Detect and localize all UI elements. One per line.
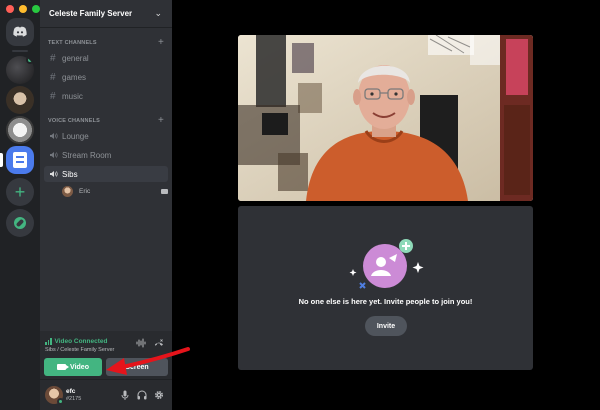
- hash-icon: #: [50, 52, 56, 64]
- active-server-indicator: [0, 153, 3, 167]
- voice-connection-panel: Video Connected Sibs / Celeste Family Se…: [40, 331, 172, 380]
- speaker-icon: [50, 170, 62, 178]
- create-channel-icon[interactable]: +: [158, 116, 164, 126]
- close-window-button[interactable]: [6, 5, 14, 13]
- rail-divider: [12, 50, 28, 52]
- channel-label: Sibs: [62, 169, 78, 179]
- video-camera-icon: [161, 188, 168, 194]
- empty-call-tile: No one else is here yet. Invite people t…: [238, 206, 533, 370]
- noise-suppression-icon[interactable]: [136, 338, 146, 348]
- chevron-down-icon: ⌄: [154, 8, 162, 18]
- connection-status-label: Video Connected: [54, 338, 108, 345]
- discord-logo-icon: [13, 26, 27, 37]
- window-controls: [6, 5, 40, 13]
- hash-icon: #: [50, 71, 56, 83]
- channel-label: music: [62, 91, 83, 101]
- video-button-label: Video: [70, 363, 89, 371]
- voice-channel-lounge[interactable]: Lounge: [44, 128, 168, 144]
- server-icon[interactable]: [6, 56, 34, 84]
- category-label: VOICE CHANNELS: [48, 118, 100, 124]
- category-text-channels[interactable]: TEXT CHANNELS +: [48, 38, 164, 48]
- webcam-video-feed: [238, 35, 533, 201]
- voice-member-eric[interactable]: Eric: [62, 184, 168, 198]
- member-name: Eric: [79, 187, 91, 195]
- minimize-window-button[interactable]: [19, 5, 27, 13]
- invite-button[interactable]: Invite: [365, 316, 407, 336]
- avatar: [62, 185, 73, 197]
- server-icon-active[interactable]: [6, 146, 34, 174]
- disconnect-icon[interactable]: [154, 338, 164, 348]
- video-camera-icon: [57, 364, 70, 370]
- channel-music[interactable]: # music: [44, 88, 168, 104]
- microphone-icon[interactable]: [120, 390, 130, 400]
- channel-label: Stream Room: [62, 150, 112, 160]
- server-rail: +: [0, 0, 40, 410]
- zoom-window-button[interactable]: [32, 5, 40, 13]
- connection-status[interactable]: Video Connected: [45, 338, 107, 345]
- channel-general[interactable]: # general: [44, 50, 168, 66]
- gear-icon[interactable]: [154, 390, 164, 400]
- server-icon[interactable]: [6, 86, 34, 114]
- server-icon[interactable]: [6, 116, 34, 144]
- signal-icon: [45, 338, 52, 345]
- server-name: Celeste Family Server: [49, 9, 133, 18]
- screen-share-button[interactable]: Screen: [106, 358, 168, 376]
- screen-button-label: Screen: [125, 363, 149, 371]
- voice-channel-sibs[interactable]: Sibs: [44, 166, 168, 182]
- add-server-button[interactable]: +: [6, 178, 34, 206]
- channel-label: general: [62, 53, 89, 63]
- home-button[interactable]: [6, 18, 34, 46]
- user-discriminator: #2175: [66, 396, 82, 402]
- invite-illustration-icon: [349, 239, 424, 289]
- video-button[interactable]: Video: [44, 358, 102, 376]
- empty-call-message: No one else is here yet. Invite people t…: [298, 297, 473, 306]
- status-indicator: [57, 398, 64, 405]
- speaker-icon: [50, 151, 62, 159]
- category-voice-channels[interactable]: VOICE CHANNELS +: [48, 116, 164, 126]
- notification-dot: [26, 56, 34, 64]
- call-area: No one else is here yet. Invite people t…: [172, 0, 600, 410]
- participant-video-tile[interactable]: [238, 35, 533, 201]
- connection-location: Sibs / Celeste Family Server: [45, 347, 115, 353]
- user-panel: efc #2175: [40, 380, 172, 410]
- invite-button-label: Invite: [376, 322, 396, 330]
- hash-icon: #: [50, 90, 56, 102]
- app-window: + Celeste Family Server ⌄ TEXT CHANNELS …: [0, 0, 600, 410]
- plus-icon: +: [14, 181, 26, 202]
- channel-label: Lounge: [62, 131, 89, 141]
- document-icon: [13, 152, 27, 168]
- voice-channel-stream-room[interactable]: Stream Room: [44, 147, 168, 163]
- category-label: TEXT CHANNELS: [48, 40, 97, 46]
- channel-label: games: [62, 72, 87, 82]
- server-header[interactable]: Celeste Family Server ⌄: [40, 0, 172, 28]
- speaker-icon: [50, 132, 62, 140]
- create-channel-icon[interactable]: +: [158, 38, 164, 48]
- username: efc: [66, 388, 76, 395]
- compass-icon: [14, 217, 26, 229]
- headphones-icon[interactable]: [137, 390, 147, 400]
- user-avatar[interactable]: [45, 386, 64, 405]
- explore-servers-button[interactable]: [6, 209, 34, 237]
- channel-games[interactable]: # games: [44, 69, 168, 85]
